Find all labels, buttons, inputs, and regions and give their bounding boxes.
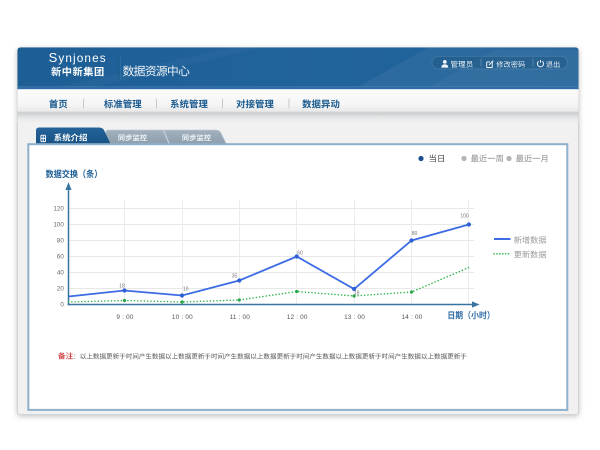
svg-text:80: 80	[57, 238, 64, 245]
svg-text:9 : 00: 9 : 00	[116, 314, 133, 321]
svg-text:Synjones: Synjones	[49, 50, 107, 65]
svg-text:80: 80	[412, 231, 418, 237]
svg-text:10: 10	[183, 286, 189, 292]
svg-text:11 : 00: 11 : 00	[230, 314, 251, 321]
svg-text:18: 18	[354, 290, 360, 296]
svg-text:40: 40	[57, 270, 64, 277]
svg-text:12 : 00: 12 : 00	[287, 314, 308, 321]
svg-text:13 : 00: 13 : 00	[344, 314, 365, 321]
svg-text:60: 60	[297, 251, 303, 257]
svg-text:100: 100	[460, 214, 469, 220]
svg-text:10 : 00: 10 : 00	[172, 314, 193, 321]
svg-text:120: 120	[53, 206, 64, 213]
svg-text:35: 35	[232, 274, 238, 280]
svg-text:60: 60	[57, 254, 64, 261]
svg-text:100: 100	[53, 222, 64, 229]
svg-text:0: 0	[60, 302, 64, 309]
svg-text:20: 20	[57, 286, 64, 293]
svg-text:14 : 00: 14 : 00	[402, 314, 423, 321]
svg-text:18: 18	[119, 283, 125, 289]
